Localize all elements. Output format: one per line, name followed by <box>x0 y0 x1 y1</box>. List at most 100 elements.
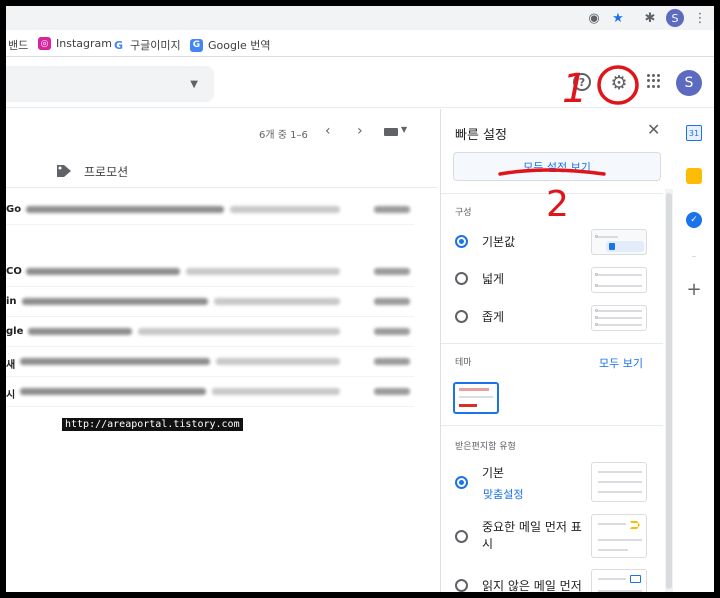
mail-snippet-blurred <box>138 328 340 335</box>
mail-icon <box>630 575 641 583</box>
radio-selected[interactable] <box>455 476 468 489</box>
density-option-default[interactable]: 기본값 <box>455 233 515 250</box>
mail-snippet-blurred <box>186 268 340 275</box>
browser-menu-icon[interactable]: ⋮ <box>692 10 708 26</box>
quick-settings-title: 빠른 설정 <box>455 128 507 143</box>
radio-selected[interactable] <box>455 235 468 248</box>
density-option-compact[interactable]: 좁게 <box>455 308 504 325</box>
quick-settings-panel: 빠른 설정 ✕ 모든 설정 보기 구성 기본값 넓게 좁게 테마 모두 보기 받… <box>440 109 674 592</box>
tag-icon <box>57 165 71 177</box>
account-avatar[interactable]: S <box>676 70 702 96</box>
google-icon: G <box>112 38 125 52</box>
apps-grid-icon[interactable] <box>647 74 661 88</box>
calendar-icon[interactable]: 31 <box>686 125 702 141</box>
mail-snippet-blurred <box>216 358 340 365</box>
option-label: 기본 <box>482 466 505 480</box>
option-label: 기본값 <box>482 235 516 249</box>
bookmarks-bar: 밴드 ◎ Instagram G 구글이미지 G Google 번역 <box>6 30 714 57</box>
mail-sender: 시 <box>6 390 16 401</box>
add-addon-icon[interactable]: + <box>686 279 702 300</box>
mail-sender: CO <box>6 266 22 277</box>
pagination: 6개 중 1–6 ‹ › ▼ <box>6 123 438 143</box>
help-icon[interactable]: ? <box>573 73 591 91</box>
density-heading: 구성 <box>455 208 472 218</box>
mail-snippet-blurred <box>214 298 340 305</box>
mail-snippet-blurred <box>230 206 340 213</box>
mail-row[interactable]: CO <box>6 257 414 287</box>
mail-row[interactable]: gle <box>6 317 414 347</box>
side-divider <box>692 256 696 257</box>
section-divider <box>441 425 663 426</box>
mail-date-blurred <box>374 298 410 305</box>
keep-icon[interactable] <box>686 168 702 184</box>
option-label: 좁게 <box>482 310 505 324</box>
tasks-icon[interactable]: ✓ <box>686 212 702 228</box>
mail-subject-blurred <box>22 298 208 305</box>
radio-unselected[interactable] <box>455 272 468 285</box>
gmail-header: ▼ ? ⚙ S <box>6 58 714 108</box>
section-divider <box>441 193 663 194</box>
dropdown-arrow-icon: ▼ <box>401 125 408 134</box>
side-panel: 31 ✓ + <box>674 109 714 592</box>
browser-profile-avatar[interactable]: S <box>666 9 684 27</box>
see-all-settings-button[interactable]: 모든 설정 보기 <box>453 152 661 181</box>
pager-count: 6개 중 1–6 <box>259 130 308 141</box>
tab-promotions[interactable]: 프로모션 <box>56 156 256 186</box>
close-icon[interactable]: ✕ <box>647 120 660 139</box>
inbox-option-unread-first[interactable]: 읽지 않은 메일 먼저 <box>455 577 582 592</box>
mail-sender: in <box>6 296 17 307</box>
next-page-button[interactable]: › <box>357 123 363 139</box>
bookmark-google-images[interactable]: G 구글이미지 <box>112 37 181 53</box>
density-compact-preview <box>591 305 647 331</box>
radio-unselected[interactable] <box>455 529 468 543</box>
mail-date-blurred <box>374 328 410 335</box>
bookmark-star-icon[interactable]: ★ <box>610 10 626 26</box>
mail-subject-blurred <box>20 358 210 365</box>
mail-row[interactable]: 시 <box>6 377 414 407</box>
mail-sender: gle <box>6 326 24 337</box>
theme-default-thumbnail[interactable] <box>453 382 499 414</box>
option-label: 넓게 <box>482 272 505 286</box>
mail-date-blurred <box>374 268 410 275</box>
tab-divider <box>6 187 438 188</box>
mail-date-blurred <box>374 206 410 213</box>
mail-subject-blurred <box>28 328 132 335</box>
input-tools-button[interactable]: ▼ <box>384 125 408 139</box>
section-divider <box>441 343 663 344</box>
search-input[interactable]: ▼ <box>6 66 214 102</box>
inbox-default-preview <box>591 462 647 502</box>
tab-label: 프로모션 <box>84 164 129 179</box>
bookmark-label: Google 번역 <box>208 39 271 52</box>
mail-date-blurred <box>374 358 410 365</box>
mail-sender: Go <box>6 204 22 215</box>
bookmark-instagram[interactable]: ◎ Instagram <box>38 37 112 50</box>
eye-icon[interactable]: ◉ <box>586 10 602 26</box>
search-options-icon[interactable]: ▼ <box>190 79 198 90</box>
mail-row[interactable]: in <box>6 287 414 317</box>
mail-sender: 새 <box>6 360 16 371</box>
see-all-themes-link[interactable]: 모두 보기 <box>599 355 643 371</box>
inbox-option-important-first[interactable]: 중요한 메일 먼저 표시 <box>455 519 585 553</box>
mail-row[interactable]: Go <box>6 195 414 225</box>
mail-row[interactable]: 새 <box>6 347 414 377</box>
radio-unselected[interactable] <box>455 579 468 592</box>
density-option-comfortable[interactable]: 넓게 <box>455 270 504 287</box>
prev-page-button[interactable]: ‹ <box>325 123 331 139</box>
mail-row-empty <box>6 227 414 257</box>
mail-subject-blurred <box>20 388 206 395</box>
bookmark-google-translate[interactable]: G Google 번역 <box>190 37 271 53</box>
customize-link[interactable]: 맞춤설정 <box>483 486 523 502</box>
radio-unselected[interactable] <box>455 310 468 323</box>
bookmark-label: 구글이미지 <box>130 39 181 52</box>
bookmark-band[interactable]: 밴드 <box>8 37 28 53</box>
google-translate-icon: G <box>190 38 203 52</box>
screen: ◉ ★ ✱ S ⋮ 밴드 ◎ Instagram G 구글이미지 G Googl… <box>6 6 714 592</box>
inbox-unread-preview <box>591 569 647 592</box>
mail-list-area: 6개 중 1–6 ‹ › ▼ 프로모션 Go CO in gle 새 시 <box>6 109 438 592</box>
instagram-icon: ◎ <box>38 37 51 50</box>
extensions-puzzle-icon[interactable]: ✱ <box>642 10 658 26</box>
browser-toolbar: ◉ ★ ✱ S ⋮ <box>6 6 714 30</box>
scrollbar-thumb[interactable] <box>666 193 672 589</box>
settings-gear-icon[interactable]: ⚙ <box>608 72 630 94</box>
option-label: 읽지 않은 메일 먼저 <box>482 579 582 592</box>
